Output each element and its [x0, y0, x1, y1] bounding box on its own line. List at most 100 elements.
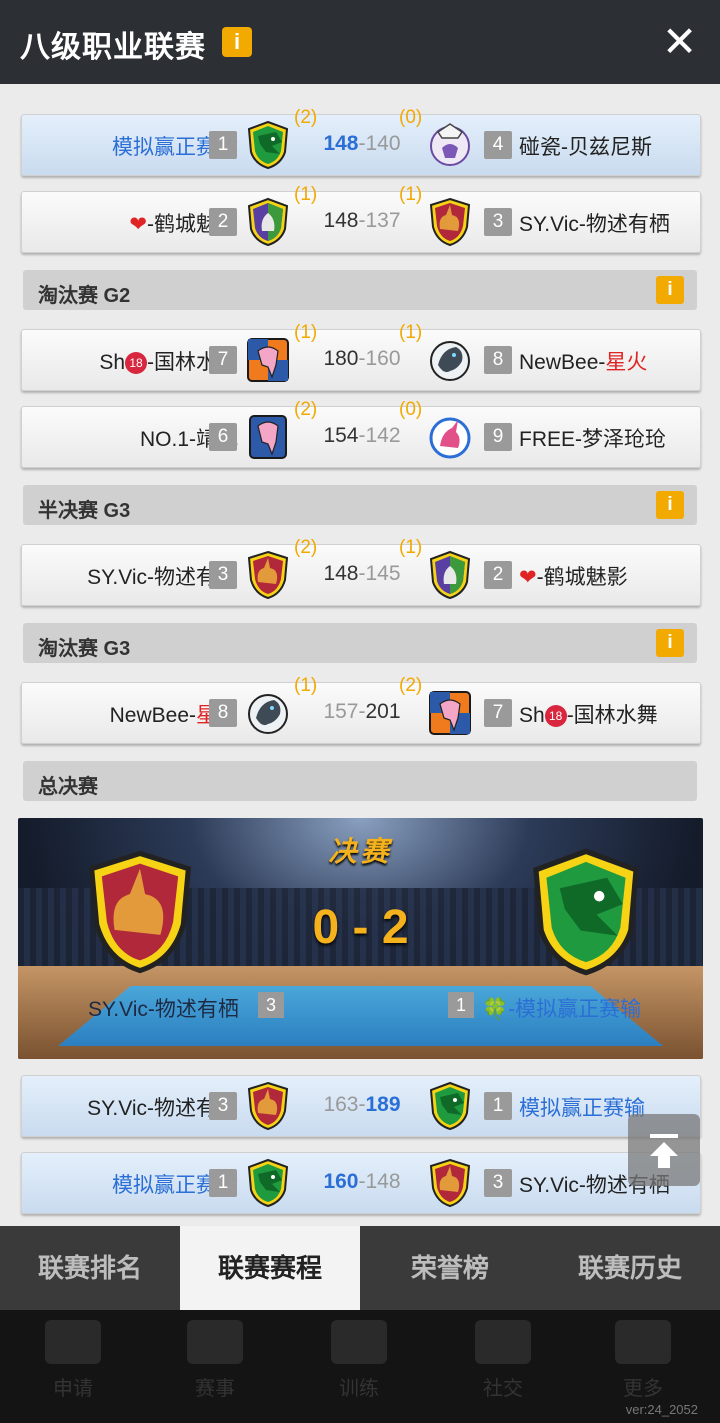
page-title: 八级职业联赛	[20, 31, 206, 64]
match-row[interactable]: ❤-鹤城魅影 2 (1) 148-137 (1) 3 SY.Vic-物述有栖	[21, 184, 701, 253]
match-row[interactable]: SY.Vic-物述有栖 3 (2) 148-145 (1) 2 ❤-鹤城魅影	[21, 537, 701, 606]
unicorn-team-logo-icon	[428, 412, 472, 462]
clover-icon: 🍀	[482, 998, 509, 1021]
version-label: ver:24_2052	[625, 1402, 698, 1417]
match-row[interactable]: NO.1-靖威 6 (2) 154-142 (0) 9 FREE-梦泽玱玱	[21, 399, 701, 468]
bottom-nav-label: 赛事	[195, 1378, 235, 1400]
trophy-icon	[187, 1320, 243, 1364]
age-18-badge-icon: 18	[544, 705, 567, 727]
dragon-team-logo-icon	[428, 1081, 472, 1131]
sea-dragon-team-logo-icon	[246, 688, 290, 738]
game-score: 180-160	[323, 347, 401, 370]
rank-badge: 3	[258, 992, 284, 1018]
bottom-nav-label: 申请	[53, 1378, 93, 1400]
game-score: 154-142	[323, 424, 401, 447]
team-name: 碰瓷-贝兹尼斯	[519, 136, 652, 159]
rank-badge: 8	[209, 699, 237, 727]
tab-league-history[interactable]: 联赛历史	[540, 1226, 720, 1310]
elephant-team-logo-icon	[428, 688, 472, 738]
team-name: ❤-鹤城魅影	[519, 566, 628, 589]
scroll-to-top-button[interactable]	[628, 1114, 700, 1186]
rank-badge: 7	[209, 346, 237, 374]
game-score: 163-189	[323, 1093, 401, 1116]
knight-team-logo-icon	[246, 197, 290, 247]
section-title: 总决赛	[38, 776, 98, 798]
match-row[interactable]: 模拟赢正赛输 1 (2) 148-140 (0) 4 碰瓷-贝兹尼斯	[21, 107, 701, 176]
game-score: 148-145	[323, 562, 401, 585]
match-row[interactable]: SY.Vic-物述有栖 3 163-189 1 模拟赢正赛输	[21, 1075, 701, 1137]
team-name: SY.Vic-物述有栖	[88, 998, 239, 1021]
bottom-navigation: 申请 赛事 训练 社交 更多 ver:24_2052	[0, 1310, 720, 1423]
series-wins: (1)	[294, 322, 318, 343]
dragon-team-logo-icon	[246, 120, 290, 170]
dragon-team-logo-icon	[528, 846, 644, 978]
info-icon[interactable]: i	[656, 276, 684, 304]
series-wins: (2)	[294, 399, 318, 420]
rabbit-team-logo-icon	[428, 1158, 472, 1208]
series-wins: (1)	[294, 184, 318, 205]
rank-badge: 6	[209, 423, 237, 451]
series-wins: (2)	[399, 675, 423, 696]
section-title: 淘汰赛 G3	[38, 638, 131, 660]
heart-icon: ❤	[519, 566, 537, 589]
series-wins: (2)	[294, 107, 318, 128]
info-icon[interactable]: i	[656, 629, 684, 657]
knight-team-logo-icon	[428, 550, 472, 600]
apply-icon	[45, 1320, 101, 1364]
rabbit-team-logo-icon	[246, 1081, 290, 1131]
info-icon[interactable]: i	[656, 491, 684, 519]
bottom-nav-label: 社交	[483, 1378, 523, 1400]
rank-badge: 2	[484, 561, 512, 589]
rank-badge: 9	[484, 423, 512, 451]
dragon-team-logo-icon	[246, 1158, 290, 1208]
rank-badge: 1	[209, 131, 237, 159]
series-wins: (1)	[399, 322, 423, 343]
tab-league-ranking[interactable]: 联赛排名	[0, 1226, 180, 1310]
series-wins: (0)	[399, 107, 423, 128]
rank-badge: 3	[484, 1169, 512, 1197]
elephant-shield-team-logo-icon	[246, 412, 290, 462]
app-header: 八级职业联赛 i ✕	[0, 0, 720, 84]
team-name: NewBee-星火	[519, 351, 648, 374]
rabbit-team-logo-icon	[428, 197, 472, 247]
tab-league-schedule[interactable]: 联赛赛程	[180, 1226, 360, 1310]
team-name: SY.Vic-物述有栖	[519, 213, 670, 236]
rank-badge: 3	[209, 561, 237, 589]
series-wins: (2)	[294, 537, 318, 558]
tab-honor-board[interactable]: 荣誉榜	[360, 1226, 540, 1310]
close-icon[interactable]: ✕	[662, 21, 697, 63]
match-row[interactable]: Sh 18 -国林水舞 7 (1) 180-160 (1) 8 NewBee-星火	[21, 322, 701, 391]
section-header: 淘汰赛 G2 i	[23, 270, 697, 310]
team-name: Sh 18 -国林水舞	[519, 704, 658, 727]
rank-badge: 7	[484, 699, 512, 727]
section-title: 半决赛 G3	[38, 500, 131, 522]
team-name: FREE-梦泽玱玱	[519, 428, 666, 451]
rank-badge: 1	[484, 1092, 512, 1120]
sea-dragon-team-logo-icon	[428, 335, 472, 385]
schedule-list[interactable]: 模拟赢正赛输 1 (2) 148-140 (0) 4 碰瓷-贝兹尼斯 ❤-鹤城魅…	[0, 84, 720, 1226]
section-header: 总决赛	[23, 761, 697, 801]
series-wins: (1)	[294, 675, 318, 696]
rank-badge: 1	[209, 1169, 237, 1197]
team-name: 模拟赢正赛输	[519, 1097, 645, 1120]
age-18-badge-icon: 18	[125, 352, 147, 374]
section-header: 半决赛 G3 i	[23, 485, 697, 525]
rank-badge: 3	[209, 1092, 237, 1120]
rabbit-team-logo-icon	[246, 550, 290, 600]
elephant-team-logo-icon	[246, 335, 290, 385]
series-wins: (1)	[399, 184, 423, 205]
bottom-nav-label: 更多	[623, 1378, 663, 1400]
team-name: 🍀-模拟赢正赛输	[482, 998, 642, 1021]
rank-badge: 1	[448, 992, 474, 1018]
match-row[interactable]: NewBee-星火 8 (1) 157-201 (2) 7 Sh18-国林水舞	[21, 675, 701, 744]
finals-banner[interactable]: 决赛 0 - 2 SY.Vic-物述有栖 3 1 🍀-模拟赢正赛输	[18, 818, 703, 1059]
match-row[interactable]: 模拟赢正赛输 1 160-148 3 SY.Vic-物述有栖	[21, 1152, 701, 1214]
heart-icon: ❤	[129, 213, 147, 236]
series-wins: (1)	[399, 537, 423, 558]
social-icon	[475, 1320, 531, 1364]
more-icon	[615, 1320, 671, 1364]
game-score: 148-137	[323, 209, 401, 232]
ghost-team-logo-icon	[428, 120, 472, 170]
arrow-up-to-line-icon	[650, 1134, 678, 1168]
info-icon[interactable]: i	[222, 27, 252, 57]
